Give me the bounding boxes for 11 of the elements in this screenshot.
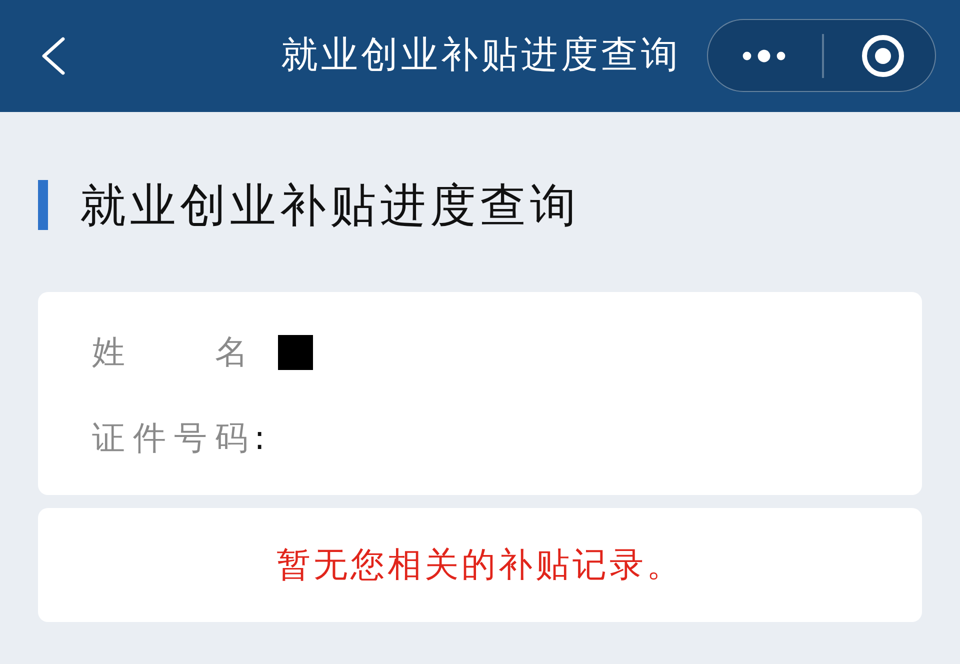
target-icon[interactable] — [860, 34, 904, 78]
more-icon[interactable] — [742, 48, 786, 62]
back-icon[interactable] — [40, 37, 66, 75]
heading-accent-bar — [38, 180, 48, 230]
section-heading: 就业创业补贴进度查询 — [80, 177, 580, 233]
redaction-block — [278, 334, 313, 370]
field-value: : — [254, 417, 266, 459]
field-label: 姓 名 — [92, 331, 256, 373]
page-title: 就业创业补贴进度查询 — [280, 32, 681, 78]
empty-message: 暂无您相关的补贴记录。 — [276, 544, 684, 587]
field-label: 证件号码 — [92, 417, 256, 459]
